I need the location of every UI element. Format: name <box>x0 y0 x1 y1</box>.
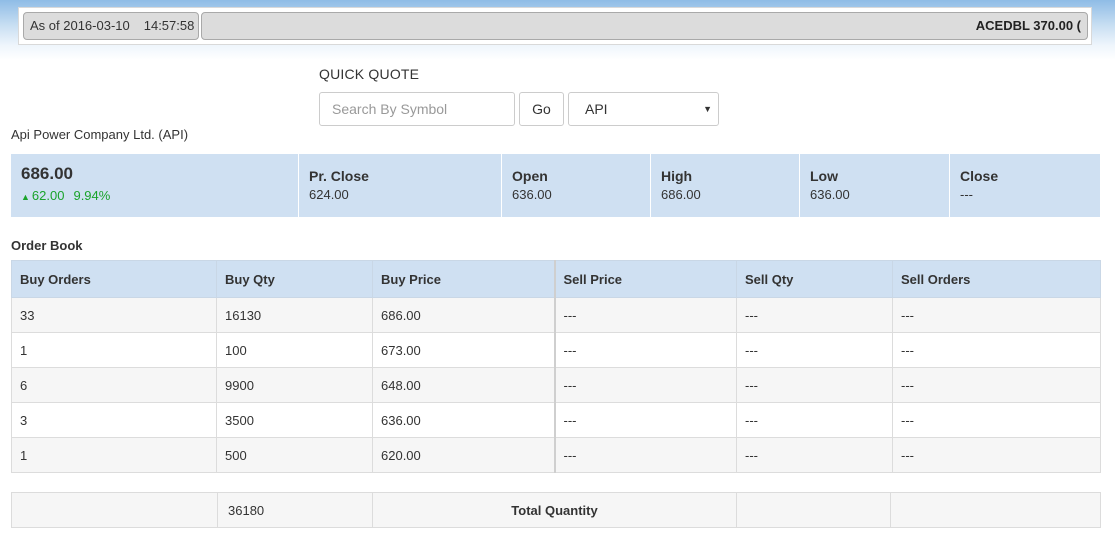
sell-orders-cell: --- <box>892 332 1101 368</box>
buy-orders-cell: 3 <box>11 402 217 438</box>
buy-price-cell: 648.00 <box>372 367 555 403</box>
buy-orders-cell: 33 <box>11 297 217 333</box>
table-row: 33 16130 686.00 --- --- --- <box>11 297 1101 333</box>
buy-orders-cell: 1 <box>11 332 217 368</box>
open-value: 636.00 <box>512 187 552 202</box>
sell-price-cell: --- <box>553 367 737 403</box>
high-cell: High 686.00 <box>651 154 800 217</box>
buy-orders-cell: 1 <box>11 437 217 473</box>
last-traded-price-cell: 686.00 ▲ 62.00 9.94% <box>11 154 299 217</box>
sell-qty-cell: --- <box>736 402 893 438</box>
sell-price-cell: --- <box>553 402 737 438</box>
total-row: 36180 Total Quantity <box>11 492 1101 528</box>
sell-price-cell: --- <box>553 437 737 473</box>
company-name: Api Power Company Ltd. (API) <box>11 127 189 142</box>
sell-orders-cell: --- <box>892 437 1101 473</box>
symbol-select[interactable]: API ▼ <box>568 92 719 126</box>
symbol-select-value: API <box>585 101 608 117</box>
sell-qty-cell: --- <box>736 367 893 403</box>
low-cell: Low 636.00 <box>800 154 950 217</box>
buy-qty-cell: 3500 <box>216 402 373 438</box>
buy-orders-cell: 6 <box>11 367 217 403</box>
total-quantity-table: 36180 Total Quantity <box>11 492 1101 528</box>
order-book-title: Order Book <box>11 238 83 253</box>
header-buy-price: Buy Price <box>372 260 555 298</box>
prev-close-cell: Pr. Close 624.00 <box>299 154 502 217</box>
go-button[interactable]: Go <box>519 92 564 126</box>
change-percent: 9.94% <box>73 188 111 203</box>
sell-price-cell: --- <box>553 332 737 368</box>
as-of-time: 14:57:58 <box>143 18 195 33</box>
low-value: 636.00 <box>810 187 850 202</box>
header-buy-qty: Buy Qty <box>216 260 373 298</box>
change-value: 62.00 <box>31 188 65 203</box>
sell-qty-cell: --- <box>736 437 893 473</box>
prev-close-value: 624.00 <box>309 187 349 202</box>
ticker-text: ACEDBL 370.00 ( <box>975 18 1081 33</box>
buy-qty-cell: 9900 <box>216 367 373 403</box>
header-sell-price: Sell Price <box>553 260 737 298</box>
high-label: High <box>661 168 693 184</box>
buy-price-cell: 636.00 <box>372 402 555 438</box>
table-row: 1 500 620.00 --- --- --- <box>11 437 1101 473</box>
order-book-table: Buy Orders Buy Qty Buy Price Sell Price … <box>11 260 1101 473</box>
sell-orders-cell: --- <box>892 402 1101 438</box>
symbol-search-input[interactable] <box>319 92 515 126</box>
sell-qty-cell: --- <box>736 332 893 368</box>
header-buy-orders: Buy Orders <box>11 260 217 298</box>
total-empty-cell <box>11 492 218 528</box>
arrow-up-icon: ▲ <box>21 192 30 202</box>
header-sell-orders: Sell Orders <box>892 260 1101 298</box>
table-row: 1 100 673.00 --- --- --- <box>11 332 1101 368</box>
last-traded-price: 686.00 <box>21 164 73 183</box>
live-ticker[interactable]: ACEDBL 370.00 ( <box>201 12 1088 40</box>
order-book-header-row: Buy Orders Buy Qty Buy Price Sell Price … <box>11 260 1101 298</box>
header-sell-qty: Sell Qty <box>736 260 893 298</box>
low-label: Low <box>810 168 838 184</box>
as-of-date: As of 2016-03-10 <box>30 18 130 33</box>
sell-orders-cell: --- <box>892 297 1101 333</box>
buy-qty-cell: 500 <box>216 437 373 473</box>
price-change: ▲ 62.00 9.94% <box>21 188 298 203</box>
buy-qty-cell: 100 <box>216 332 373 368</box>
quick-quote-title: QUICK QUOTE <box>319 66 420 82</box>
as-of-timestamp: As of 2016-03-10 14:57:58 <box>23 12 199 40</box>
sell-orders-cell: --- <box>892 367 1101 403</box>
total-buy-qty: 36180 <box>217 492 373 528</box>
buy-price-cell: 673.00 <box>372 332 555 368</box>
open-cell: Open 636.00 <box>502 154 651 217</box>
ticker-bar: As of 2016-03-10 14:57:58 ACEDBL 370.00 ( <box>18 7 1092 45</box>
close-cell: Close --- <box>950 154 1100 217</box>
open-label: Open <box>512 168 548 184</box>
buy-price-cell: 620.00 <box>372 437 555 473</box>
top-band: As of 2016-03-10 14:57:58 ACEDBL 370.00 ( <box>0 0 1115 60</box>
chevron-down-icon: ▼ <box>703 104 712 114</box>
table-row: 3 3500 636.00 --- --- --- <box>11 402 1101 438</box>
sell-price-cell: --- <box>553 297 737 333</box>
buy-qty-cell: 16130 <box>216 297 373 333</box>
sell-qty-cell: --- <box>736 297 893 333</box>
close-label: Close <box>960 168 999 184</box>
buy-price-cell: 686.00 <box>372 297 555 333</box>
quote-summary: 686.00 ▲ 62.00 9.94% Pr. Close 624.00 Open… <box>11 154 1100 218</box>
prev-close-label: Pr. Close <box>309 168 369 184</box>
total-empty-cell <box>736 492 891 528</box>
close-value: --- <box>960 187 973 202</box>
high-value: 686.00 <box>661 187 701 202</box>
total-quantity-label: Total Quantity <box>372 492 737 528</box>
table-row: 6 9900 648.00 --- --- --- <box>11 367 1101 403</box>
total-empty-cell <box>890 492 1101 528</box>
